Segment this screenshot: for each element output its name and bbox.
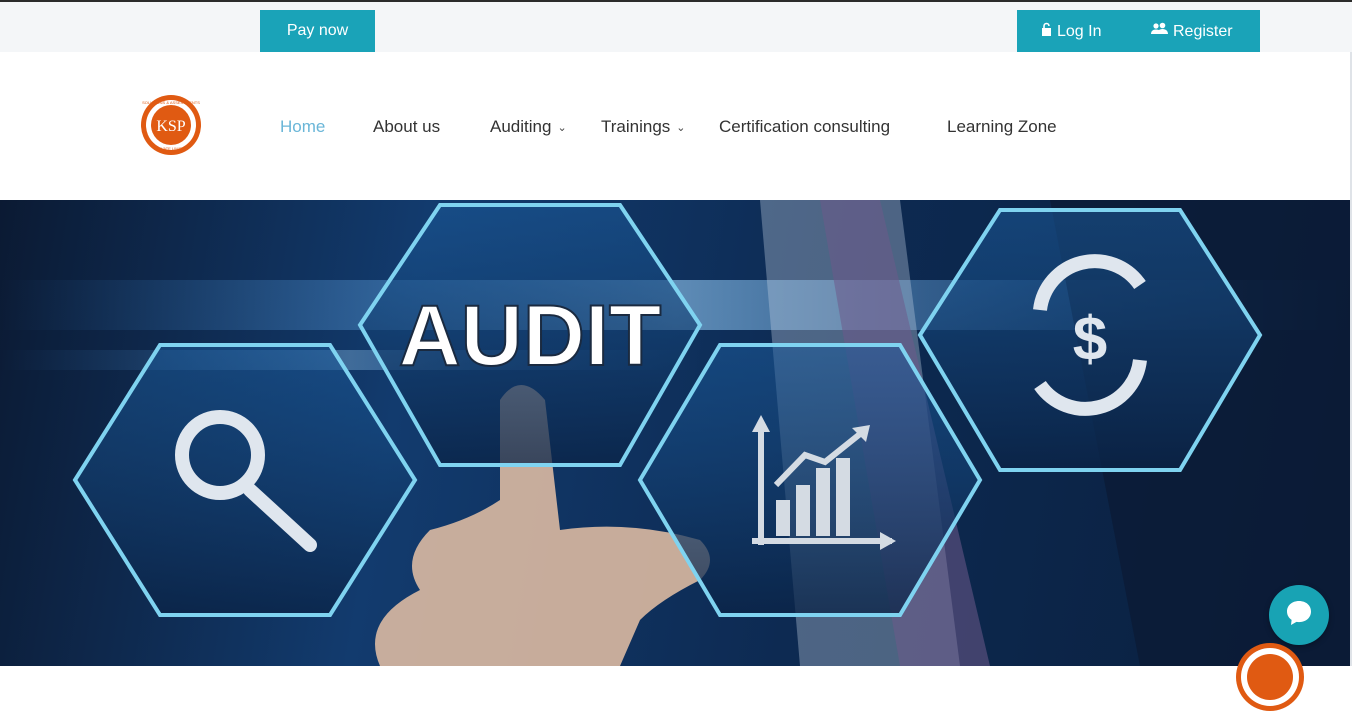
nav-learning-label: Learning Zone (947, 117, 1057, 136)
ksp-logo[interactable]: KSP SOLUTIONS & ASSESSMENTS PRIVATE LIMI… (140, 94, 202, 156)
logo-monogram: KSP (156, 118, 185, 135)
pay-now-button[interactable]: Pay now (260, 10, 375, 52)
register-label: Register (1173, 22, 1233, 40)
users-icon (1151, 22, 1168, 41)
hero-headline: AUDIT (399, 288, 662, 384)
nav-home-label: Home (280, 117, 326, 136)
chevron-down-icon: ⌄ (557, 121, 567, 134)
pay-now-label: Pay now (286, 22, 349, 39)
login-link[interactable]: Log In (1041, 22, 1101, 41)
nav-item-trainings[interactable]: Trainings ⌄ (601, 117, 686, 137)
chat-button[interactable] (1269, 585, 1329, 645)
dollar-sign-icon: $ (1073, 305, 1107, 374)
site-header: KSP SOLUTIONS & ASSESSMENTS PRIVATE LIMI… (0, 52, 1352, 200)
chevron-down-icon: ⌄ (676, 121, 686, 134)
chat-bubble-icon (1284, 598, 1314, 633)
nav-trainings-label: Trainings (601, 117, 671, 136)
auth-bar: Log In Register (1017, 10, 1260, 52)
login-label: Log In (1057, 22, 1102, 40)
register-link[interactable]: Register (1151, 22, 1233, 41)
nav-auditing-label: Auditing (490, 117, 552, 136)
logo-ring-top: SOLUTIONS & ASSESSMENTS (142, 100, 200, 105)
nav-certification-label: Certification consulting (719, 117, 891, 136)
nav-item-home[interactable]: Home (280, 117, 325, 137)
nav-item-auditing[interactable]: Auditing ⌄ (490, 117, 567, 137)
nav-about-label: About us (373, 117, 441, 136)
hero-banner: AUDIT $ (0, 200, 1352, 666)
nav-item-certification-consulting[interactable]: Certification consulting (719, 117, 890, 137)
hero-illustration: AUDIT $ (0, 200, 1352, 666)
logo-ring-bottom: PRIVATE LIMITED (154, 146, 188, 151)
lock-icon (1041, 22, 1052, 41)
top-bar: Pay now Log In Register (0, 2, 1352, 52)
nav-item-learning-zone[interactable]: Learning Zone (947, 117, 1057, 137)
corner-logo-badge (1235, 642, 1305, 712)
nav-item-about-us[interactable]: About us (373, 117, 440, 137)
